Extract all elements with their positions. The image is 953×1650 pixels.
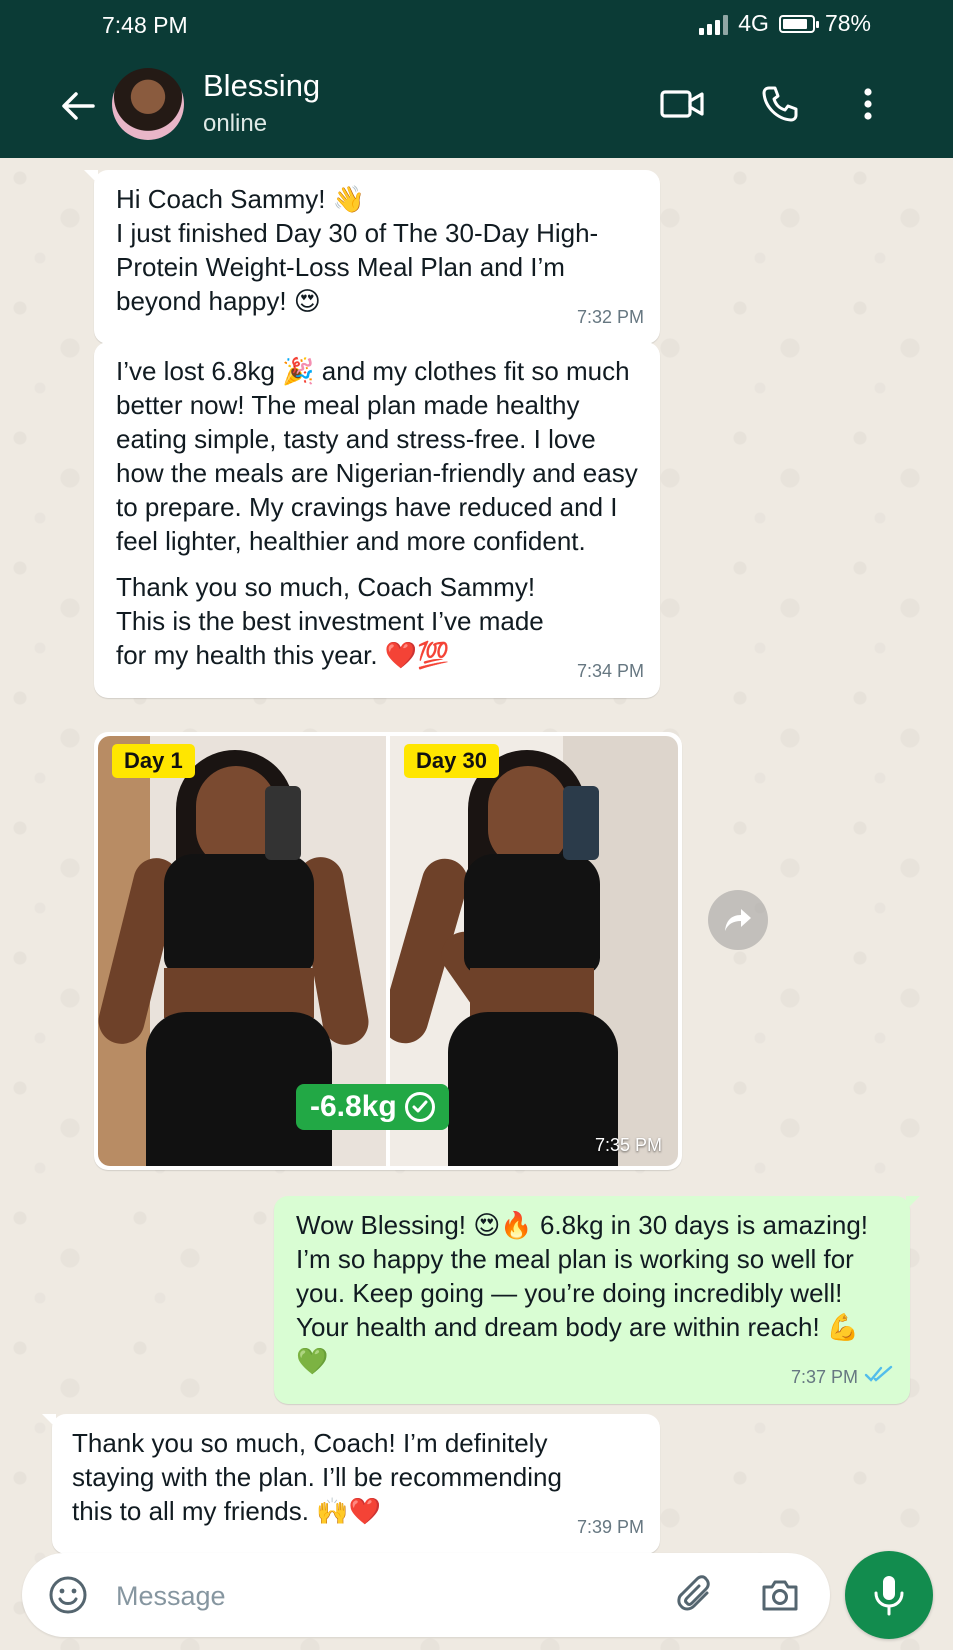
message-text: Wow Blessing! 😍🔥 6.8kg in 30 days is ama…	[296, 1210, 869, 1376]
before-after-photo[interactable]: Day 1 Day 30 7:35 PM -6.8kg	[98, 736, 678, 1166]
top-bar: 7:48 PM 4G 78% Blessing online	[0, 0, 953, 158]
checkmark-icon	[404, 1092, 435, 1122]
message-bubble-incoming[interactable]: Hi Coach Sammy! 👋 I just finished Day 30…	[84, 170, 660, 344]
message-text: Thank you so much, Coach Sammy! This is …	[116, 572, 544, 670]
message-time: 7:39 PM	[576, 1517, 644, 1537]
message-bubble-incoming[interactable]: I’ve lost 6.8kg 🎉 and my clothes fit so …	[94, 342, 660, 698]
message-text: I just finished Day 30 of The 30-Day Hig…	[116, 218, 599, 316]
day-1-label: Day 1	[112, 744, 195, 778]
avatar[interactable]	[112, 68, 184, 140]
message-bubble-incoming[interactable]: Thank you so much, Coach! I’m definitely…	[42, 1414, 660, 1554]
battery-percent: 78%	[824, 10, 871, 36]
phone-icon[interactable]	[756, 80, 804, 128]
read-receipt-icon	[864, 1360, 894, 1394]
emoji-icon[interactable]	[46, 1573, 90, 1617]
battery-icon	[778, 14, 819, 33]
status-indicators: 4G 78%	[699, 10, 871, 37]
message-bubble-outgoing[interactable]: Wow Blessing! 😍🔥 6.8kg in 30 days is ama…	[274, 1196, 920, 1404]
back-arrow-icon[interactable]	[58, 86, 98, 126]
contact-status: online	[203, 110, 268, 137]
image-message[interactable]: Day 1 Day 30 7:35 PM -6.8kg	[94, 732, 682, 1170]
network-type: 4G	[738, 10, 769, 36]
message-time: 7:32 PM	[576, 307, 644, 327]
chat-header: Blessing online	[0, 58, 953, 152]
video-call-icon[interactable]	[658, 80, 706, 128]
message-composer	[22, 1553, 830, 1637]
status-bar: 7:48 PM 4G 78%	[0, 0, 953, 52]
camera-icon[interactable]	[758, 1573, 802, 1617]
message-text: Thank you so much, Coach! I’m definitely…	[72, 1428, 562, 1526]
attach-icon[interactable]	[674, 1573, 718, 1617]
more-vert-icon[interactable]	[844, 80, 892, 128]
message-meta: 7:37 PM	[791, 1360, 894, 1394]
message-time: 7:37 PM	[790, 1367, 858, 1387]
message-time: 7:35 PM	[594, 1135, 662, 1155]
contact-name[interactable]: Blessing	[203, 68, 320, 104]
message-text: I’ve lost 6.8kg 🎉 and my clothes fit so …	[116, 356, 638, 556]
weight-loss-value: -6.8kg	[310, 1090, 397, 1123]
status-time: 7:48 PM	[102, 12, 188, 38]
weight-loss-badge: -6.8kg	[296, 1084, 449, 1130]
message-text: Hi Coach Sammy! 👋	[116, 184, 366, 214]
message-input[interactable]	[114, 1571, 678, 1621]
day-30-label: Day 30	[404, 744, 499, 778]
mic-icon[interactable]	[845, 1551, 933, 1639]
signal-icon	[699, 13, 729, 35]
message-time: 7:34 PM	[576, 661, 644, 681]
forward-icon[interactable]	[708, 890, 768, 950]
